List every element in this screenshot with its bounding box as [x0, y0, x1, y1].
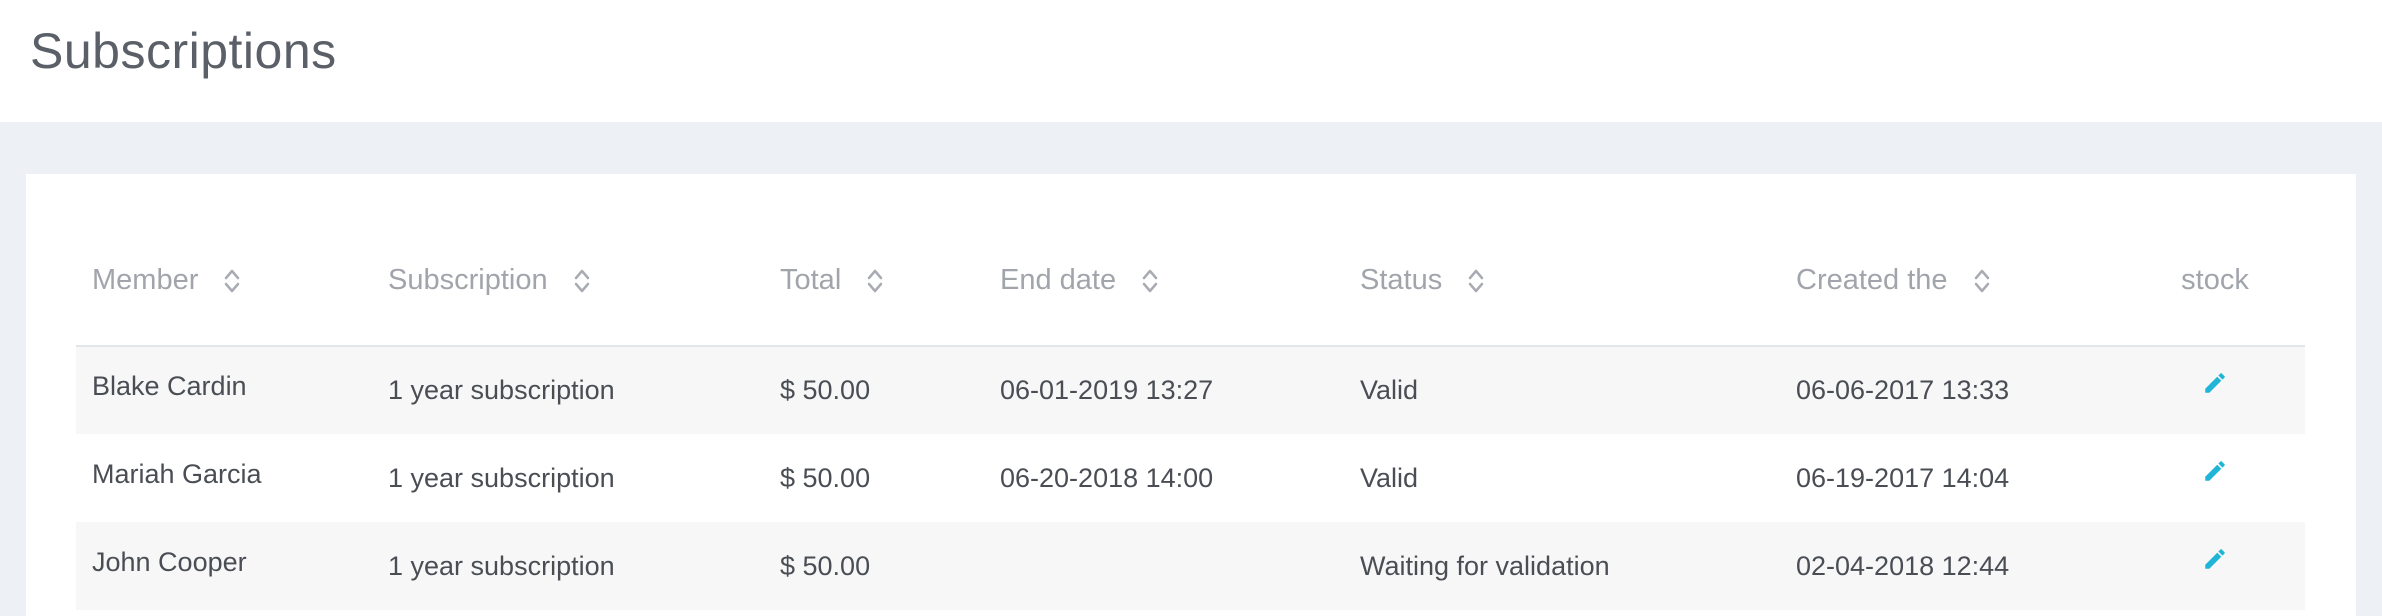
cell-end-date: 06-20-2018 14:00 [1000, 462, 1214, 493]
sort-icon[interactable] [1142, 267, 1158, 295]
cell-created: 06-06-2017 13:33 [1780, 346, 2125, 434]
column-header-label: Subscription [388, 264, 548, 296]
table-row: John Cooper 1 year subscription $ 50.00 … [76, 522, 2305, 610]
cell-action [2125, 522, 2305, 610]
cell-action [2125, 434, 2305, 522]
cell-created: 06-19-2017 14:04 [1796, 462, 2010, 493]
cell-subscription: 1 year subscription [372, 346, 764, 434]
cell-member: Mariah Garcia [92, 458, 262, 489]
pencil-icon[interactable] [2202, 370, 2228, 396]
cell-status: Valid [1360, 462, 1419, 493]
sort-icon[interactable] [1974, 267, 1990, 295]
table-row: Mariah Garcia 1 year subscription $ 50.0… [76, 434, 2305, 522]
column-header-label: stock [2181, 264, 2249, 296]
page-header: Subscriptions [0, 0, 2382, 122]
cell-action [2125, 346, 2305, 434]
cell-member: John Cooper [76, 522, 372, 610]
cell-subscription: 1 year subscription [388, 462, 615, 493]
cell-subscription: 1 year subscription [372, 522, 764, 610]
sort-icon[interactable] [867, 267, 883, 295]
column-header-label: Total [780, 264, 842, 296]
cell-created: 02-04-2018 12:44 [1780, 522, 2125, 610]
cell-end-date [984, 522, 1344, 610]
sort-icon[interactable] [1468, 267, 1484, 295]
cell-total: $ 50.00 [780, 462, 871, 493]
page-title: Subscriptions [30, 23, 337, 79]
cell-status: Waiting for validation [1344, 522, 1780, 610]
table-row: Blake Cardin 1 year subscription $ 50.00… [76, 346, 2305, 434]
cell-total: $ 50.00 [764, 346, 984, 434]
column-header-stock: stock [2125, 216, 2305, 347]
table-header-row: Member Subscription Total End date Statu… [76, 216, 2305, 347]
column-header-label: Status [1360, 264, 1443, 296]
sort-icon[interactable] [224, 267, 240, 295]
column-header-subscription[interactable]: Subscription [372, 216, 764, 347]
pencil-icon[interactable] [2202, 458, 2228, 484]
pencil-icon[interactable] [2202, 546, 2228, 572]
column-header-created[interactable]: Created the [1780, 216, 2125, 347]
subscriptions-table: Member Subscription Total End date Statu… [76, 216, 2305, 610]
cell-member: Blake Cardin [76, 346, 372, 434]
sort-icon[interactable] [574, 267, 590, 295]
cell-end-date: 06-01-2019 13:27 [984, 346, 1344, 434]
column-header-total[interactable]: Total [764, 216, 984, 347]
cell-status: Valid [1344, 346, 1780, 434]
subscriptions-card: Member Subscription Total End date Statu… [26, 174, 2356, 616]
column-header-label: Created the [1796, 264, 1948, 296]
column-header-status[interactable]: Status [1344, 216, 1780, 347]
column-header-end-date[interactable]: End date [984, 216, 1344, 347]
column-header-label: End date [1000, 264, 1117, 296]
cell-total: $ 50.00 [764, 522, 984, 610]
column-header-label: Member [92, 264, 199, 296]
column-header-member[interactable]: Member [76, 216, 372, 347]
